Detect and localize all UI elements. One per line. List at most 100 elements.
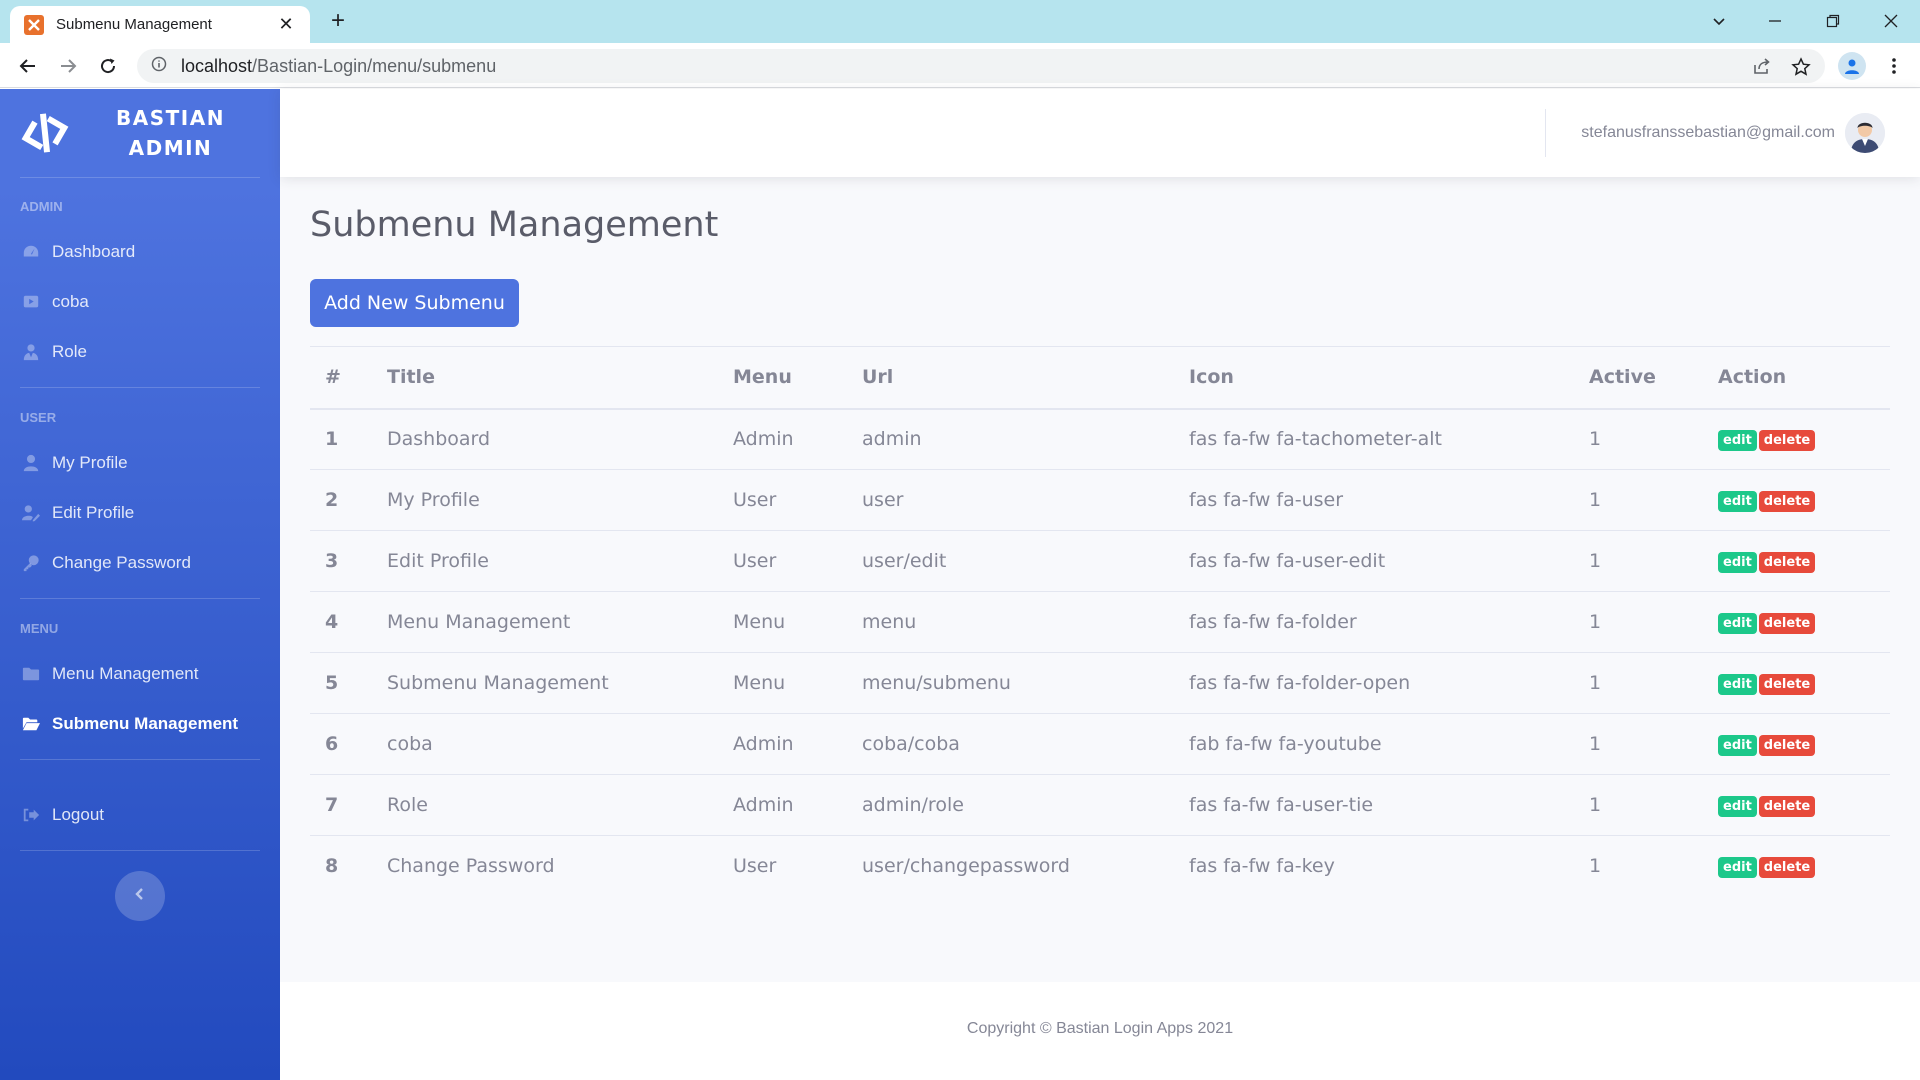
sidebar-heading-menu: MENU <box>20 621 59 636</box>
sidebar-divider <box>20 598 260 599</box>
topbar: stefanusfranssebastian@gmail.com <box>280 89 1920 177</box>
delete-button[interactable]: delete <box>1758 796 1816 817</box>
row-number: 7 <box>310 774 372 836</box>
delete-button[interactable]: delete <box>1758 491 1816 512</box>
copyright-text: Copyright © Bastian Login Apps 2021 <box>966 1020 1234 1037</box>
sidebar-item-edit-profile[interactable]: Edit Profile <box>0 488 280 538</box>
window-close-icon[interactable] <box>1876 6 1906 36</box>
sidebar-item-coba[interactable]: coba <box>0 277 280 327</box>
row-actions: edit delete <box>1703 469 1890 531</box>
sidebar-item-label: Dashboard <box>52 242 136 261</box>
tab-search-icon[interactable] <box>1704 6 1734 36</box>
brand-line-1: BASTIAN <box>116 106 225 130</box>
sidebar-item-label: coba <box>52 292 89 311</box>
tachometer-icon <box>21 243 41 261</box>
table-row: 7 Role Admin admin/role fas fa-fw fa-use… <box>310 774 1890 836</box>
delete-button[interactable]: delete <box>1758 857 1816 879</box>
sidebar-toggle-button[interactable] <box>115 871 165 921</box>
row-icon-class: fas fa-fw fa-user-edit <box>1174 530 1574 592</box>
edit-button[interactable]: edit <box>1718 796 1757 817</box>
sidebar-divider <box>20 177 260 178</box>
avatar[interactable] <box>1845 113 1885 153</box>
edit-button[interactable]: edit <box>1718 491 1757 512</box>
row-url: menu/submenu <box>847 652 1174 714</box>
edit-button[interactable]: edit <box>1718 857 1757 879</box>
browser-profile-icon[interactable] <box>1838 52 1866 80</box>
browser-tab-strip: Submenu Management ✕ + <box>0 0 1920 43</box>
row-icon-class: fas fa-fw fa-folder <box>1174 591 1574 653</box>
table-row: 2 My Profile User user fas fa-fw fa-user… <box>310 469 1890 531</box>
main-content: Submenu Management Add New Submenu # Tit… <box>280 177 1920 982</box>
reload-icon[interactable] <box>94 52 122 80</box>
browser-menu-icon[interactable] <box>1880 52 1908 80</box>
row-icon-class: fab fa-fw fa-youtube <box>1174 713 1574 775</box>
row-menu: Menu <box>718 652 847 714</box>
url-host: localhost <box>181 55 253 76</box>
row-active: 1 <box>1574 469 1703 531</box>
edit-button[interactable]: edit <box>1718 430 1757 452</box>
row-active: 1 <box>1574 408 1703 470</box>
sidebar-item-menu-management[interactable]: Menu Management <box>0 649 280 699</box>
add-new-submenu-button[interactable]: Add New Submenu <box>310 279 519 327</box>
sidebar-item-label: Menu Management <box>52 664 199 683</box>
edit-button[interactable]: edit <box>1718 613 1757 634</box>
sidebar-item-label: Change Password <box>52 553 191 572</box>
user-email[interactable]: stefanusfranssebastian@gmail.com <box>1581 124 1835 142</box>
row-icon-class: fas fa-fw fa-user-tie <box>1174 774 1574 836</box>
row-menu: Admin <box>718 713 847 775</box>
sidebar-item-role[interactable]: Role <box>0 327 280 377</box>
delete-button[interactable]: delete <box>1758 430 1816 452</box>
sidebar-divider <box>20 759 260 760</box>
url-field[interactable]: localhost/Bastian-Login/menu/submenu <box>137 49 1825 83</box>
sidebar-brand[interactable]: BASTIAN ADMIN <box>0 89 280 177</box>
column-header-menu: Menu <box>718 346 847 410</box>
share-icon[interactable] <box>1752 57 1772 77</box>
edit-button[interactable]: edit <box>1718 552 1757 573</box>
row-url: admin/role <box>847 774 1174 836</box>
sidebar-item-my-profile[interactable]: My Profile <box>0 438 280 488</box>
row-url: admin <box>847 408 1174 470</box>
restore-icon[interactable] <box>1818 6 1848 36</box>
delete-button[interactable]: delete <box>1758 613 1816 634</box>
row-url: coba/coba <box>847 713 1174 775</box>
sidebar-heading-admin: ADMIN <box>20 199 63 214</box>
row-number: 2 <box>310 469 372 531</box>
sidebar-divider <box>20 387 260 388</box>
column-header-icon: Icon <box>1174 346 1574 410</box>
sidebar-item-change-password[interactable]: Change Password <box>0 538 280 588</box>
row-number: 5 <box>310 652 372 714</box>
sidebar-item-label: My Profile <box>52 453 128 472</box>
edit-button[interactable]: edit <box>1718 735 1757 756</box>
forward-arrow-icon[interactable] <box>54 52 82 80</box>
row-number: 6 <box>310 713 372 775</box>
row-number: 1 <box>310 408 372 470</box>
delete-button[interactable]: delete <box>1758 552 1816 573</box>
sidebar-item-label: Edit Profile <box>52 503 135 522</box>
tab-close-icon[interactable]: ✕ <box>276 14 296 35</box>
site-info-icon[interactable] <box>151 56 167 77</box>
topbar-divider <box>1545 109 1546 157</box>
sidebar-item-label: Logout <box>52 805 104 824</box>
edit-button[interactable]: edit <box>1718 674 1757 695</box>
column-header-url: Url <box>847 346 1174 410</box>
code-logo-icon <box>14 102 75 163</box>
table-row: 4 Menu Management Menu menu fas fa-fw fa… <box>310 591 1890 653</box>
new-tab-icon[interactable]: + <box>326 9 350 34</box>
table-row: 5 Submenu Management Menu menu/submenu f… <box>310 652 1890 714</box>
row-icon-class: fas fa-fw fa-tachometer-alt <box>1174 408 1574 470</box>
sidebar-item-submenu-management[interactable]: Submenu Management <box>0 699 280 749</box>
bookmark-star-icon[interactable] <box>1791 57 1811 77</box>
user-icon <box>21 454 41 472</box>
row-active: 1 <box>1574 591 1703 653</box>
back-arrow-icon[interactable] <box>14 52 42 80</box>
sidebar-item-logout[interactable]: Logout <box>0 790 280 840</box>
delete-button[interactable]: delete <box>1758 674 1816 695</box>
row-menu: User <box>718 469 847 531</box>
browser-tab[interactable]: Submenu Management ✕ <box>10 6 310 43</box>
delete-button[interactable]: delete <box>1758 735 1816 756</box>
minimize-icon[interactable] <box>1760 6 1790 36</box>
row-url: user <box>847 469 1174 531</box>
row-icon-class: fas fa-fw fa-key <box>1174 835 1574 897</box>
row-actions: edit delete <box>1703 774 1890 836</box>
sidebar-item-dashboard[interactable]: Dashboard <box>0 227 280 277</box>
